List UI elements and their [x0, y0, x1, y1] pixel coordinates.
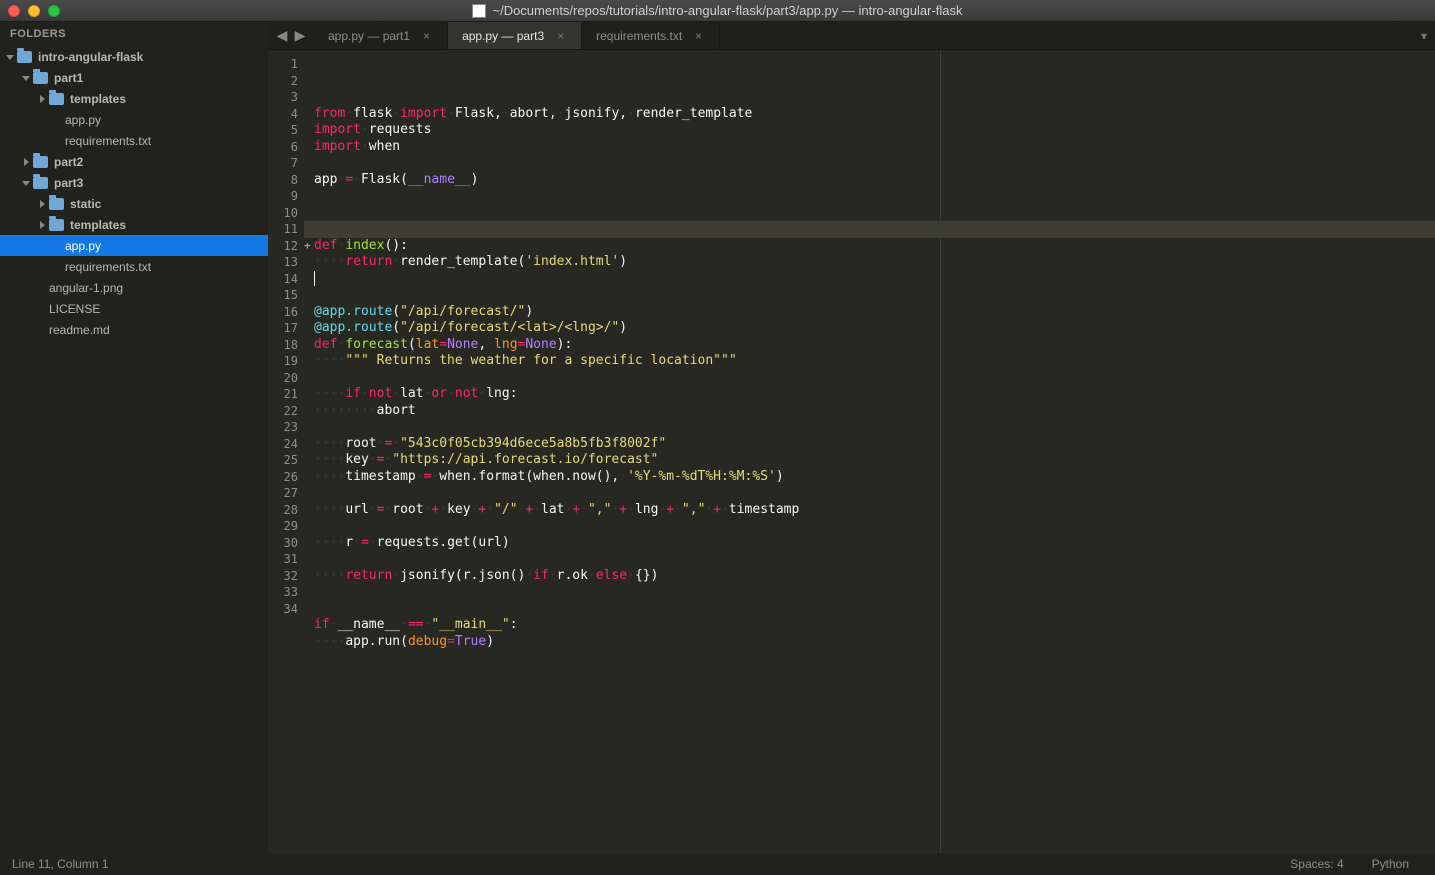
disclosure-triangle-icon[interactable] — [22, 181, 30, 186]
document-icon — [472, 4, 486, 18]
tree-file[interactable]: app.py — [0, 109, 268, 130]
tab-overflow-button[interactable]: ▾ — [1413, 22, 1435, 49]
folder-icon — [33, 156, 48, 168]
disclosure-triangle-icon[interactable] — [22, 76, 30, 81]
file-tab[interactable]: app.py — part1 × — [314, 22, 448, 49]
folder-icon — [33, 177, 48, 189]
tree-folder[interactable]: part1 — [0, 67, 268, 88]
tree-item-label: part3 — [54, 176, 83, 190]
folder-icon — [49, 198, 64, 210]
tree-folder[interactable]: part2 — [0, 151, 268, 172]
status-cursor-pos: Line 11, Column 1 — [12, 857, 109, 871]
tab-label: app.py — part1 — [328, 29, 410, 43]
tab-label: app.py — part3 — [462, 29, 544, 43]
tree-item-label: app.py — [65, 239, 101, 253]
tree-item-label: LICENSE — [49, 302, 100, 316]
tree-folder[interactable]: templates — [0, 214, 268, 235]
tree-folder[interactable]: static — [0, 193, 268, 214]
window-titlebar: ~/Documents/repos/tutorials/intro-angula… — [0, 0, 1435, 22]
tree-item-label: static — [70, 197, 101, 211]
status-bar: Line 11, Column 1 Spaces: 4 Python — [0, 853, 1435, 875]
tree-file[interactable]: app.py — [0, 235, 268, 256]
folder-tree[interactable]: intro-angular-flask part1 templates app.py r… — [0, 46, 268, 853]
tree-file[interactable]: angular-1.png — [0, 277, 268, 298]
history-forward-button[interactable]: ▶ — [292, 28, 308, 44]
line-number-gutter: 1234567891011121314151617181920212223242… — [268, 50, 304, 853]
tree-item-label: intro-angular-flask — [38, 50, 143, 64]
folder-icon — [49, 93, 64, 105]
disclosure-triangle-icon[interactable] — [6, 55, 14, 60]
tree-item-label: part1 — [54, 71, 83, 85]
folder-icon — [33, 72, 48, 84]
window-minimize-button[interactable] — [28, 5, 40, 17]
tab-label: requirements.txt — [596, 29, 682, 43]
tree-item-label: templates — [70, 92, 126, 106]
tree-file[interactable]: requirements.txt — [0, 256, 268, 277]
window-title: ~/Documents/repos/tutorials/intro-angula… — [492, 3, 962, 18]
tab-bar: ◀ ▶ app.py — part1×app.py — part3×requir… — [268, 22, 1435, 50]
tab-history-nav: ◀ ▶ — [268, 22, 314, 49]
code-editor[interactable]: 1234567891011121314151617181920212223242… — [268, 50, 1435, 853]
window-zoom-button[interactable] — [48, 5, 60, 17]
column-ruler — [940, 50, 941, 853]
text-cursor — [314, 271, 315, 286]
tab-close-button[interactable]: × — [554, 29, 567, 42]
sidebar: FOLDERS intro-angular-flask part1 template… — [0, 22, 268, 853]
tree-item-label: requirements.txt — [65, 260, 151, 274]
disclosure-triangle-icon[interactable] — [24, 158, 29, 166]
tree-item-label: requirements.txt — [65, 134, 151, 148]
tree-item-label: app.py — [65, 113, 101, 127]
tree-item-label: templates — [70, 218, 126, 232]
tab-close-button[interactable]: × — [420, 29, 433, 42]
disclosure-triangle-icon[interactable] — [40, 200, 45, 208]
history-back-button[interactable]: ◀ — [274, 28, 290, 44]
status-language[interactable]: Python — [1358, 857, 1423, 871]
tree-item-label: part2 — [54, 155, 83, 169]
folder-icon — [49, 219, 64, 231]
file-tab[interactable]: app.py — part3 × — [448, 22, 582, 49]
tree-folder[interactable]: templates — [0, 88, 268, 109]
main-split: FOLDERS intro-angular-flask part1 template… — [0, 22, 1435, 853]
editor-area: ◀ ▶ app.py — part1×app.py — part3×requir… — [268, 22, 1435, 853]
folder-icon — [17, 51, 32, 63]
window-close-button[interactable] — [8, 5, 20, 17]
traffic-lights — [8, 5, 60, 17]
tree-file[interactable]: readme.md — [0, 319, 268, 340]
tree-file[interactable]: LICENSE — [0, 298, 268, 319]
tree-item-label: angular-1.png — [49, 281, 123, 295]
sidebar-header: FOLDERS — [0, 22, 268, 46]
tree-folder[interactable]: part3 — [0, 172, 268, 193]
tab-close-button[interactable]: × — [692, 29, 705, 42]
file-tab[interactable]: requirements.txt × — [582, 22, 720, 49]
code-content[interactable]: from·flask·import·Flask,·abort,·jsonify,… — [304, 50, 1435, 853]
disclosure-triangle-icon[interactable] — [40, 95, 45, 103]
tree-item-label: readme.md — [49, 323, 110, 337]
tree-file[interactable]: requirements.txt — [0, 130, 268, 151]
status-indent[interactable]: Spaces: 4 — [1276, 857, 1357, 871]
tree-folder[interactable]: intro-angular-flask — [0, 46, 268, 67]
gutter-diff-added-icon: + — [304, 238, 311, 255]
disclosure-triangle-icon[interactable] — [40, 221, 45, 229]
